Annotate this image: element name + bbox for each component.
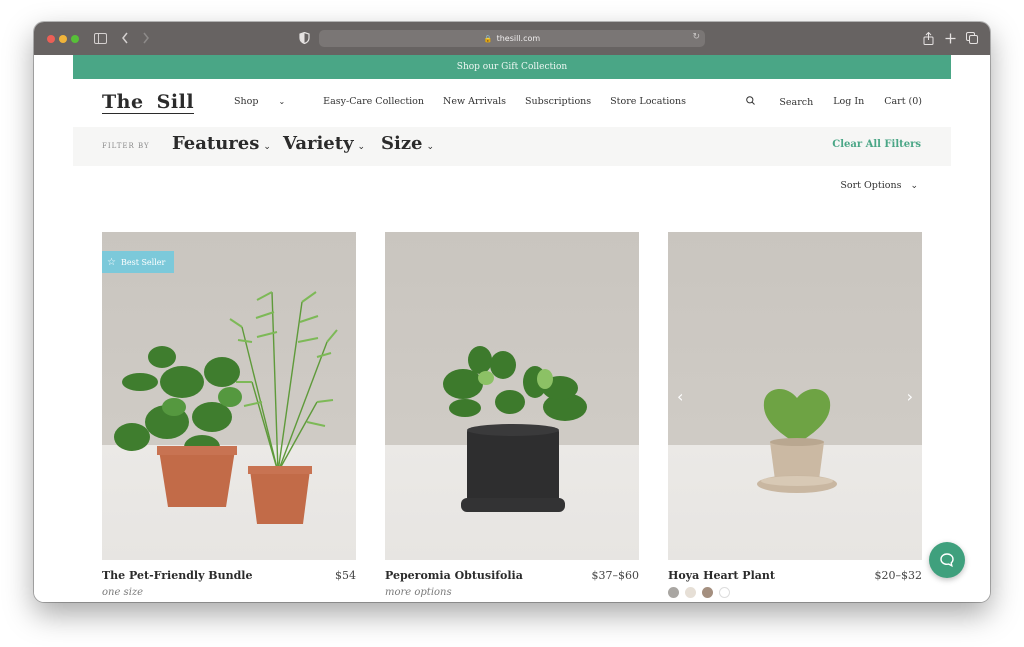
plant-illustration [114,291,338,524]
clear-all-filters-link[interactable]: Clear All Filters [832,139,921,150]
chevron-down-icon: ⌄ [910,181,918,191]
lock-icon: 🔒 [483,34,493,43]
url-text: thesill.com [496,34,541,43]
product-card[interactable]: Peperomia Obtusifolia $37–$60 more optio… [385,232,639,598]
color-swatch[interactable] [719,587,730,598]
filter-bar: FILTER BY Features ⌄ Variety ⌄ Size ⌄ Clear… [73,127,951,166]
best-seller-badge: ☆ Best Seller [102,251,174,273]
product-name[interactable]: The Pet-Friendly Bundle [102,569,252,582]
promo-banner[interactable]: Shop our Gift Collection [73,55,951,79]
nav-item-subscriptions[interactable]: Subscriptions [525,96,591,107]
tab-overview-icon[interactable] [964,30,980,46]
plant-illustration [443,346,587,512]
product-image[interactable]: ‹ › [668,232,922,560]
product-price: $20–$32 [874,569,923,582]
nav-item-easy-care-collection[interactable]: Easy-Care Collection [323,96,424,107]
chevron-down-icon: ⌄ [426,142,435,152]
shield-icon[interactable] [296,30,312,46]
main-nav: Shop ⌄ Easy-Care Collection New Arrivals … [234,96,705,107]
color-swatch[interactable] [685,587,696,598]
new-tab-icon[interactable] [942,30,958,46]
close-window-button[interactable] [47,35,55,43]
carousel-next-icon[interactable]: › [907,387,913,406]
nav-item-shop[interactable]: Shop ⌄ [234,96,304,107]
color-swatches [668,587,922,598]
sidebar-toggle-icon[interactable] [92,30,108,46]
share-icon[interactable] [920,30,936,46]
browser-window: 🔒 thesill.com ↻ Shop our Gift Collection… [34,22,990,602]
utility-nav: Search Log In Cart (0) [726,96,922,108]
site-logo[interactable]: The Sill [102,91,195,114]
filter-by-label: FILTER BY [102,142,150,150]
color-swatch[interactable] [668,587,679,598]
search-button[interactable]: Search [746,96,813,108]
back-arrow-icon[interactable] [117,30,133,46]
product-size-note: one size [102,587,144,598]
product-image[interactable] [385,232,639,560]
login-link[interactable]: Log In [833,96,864,108]
chevron-down-icon: ⌄ [278,97,286,106]
product-options-note: more options [385,587,452,598]
plant-illustration [757,388,837,493]
web-page: Shop our Gift Collection The Sill Shop ⌄ … [34,55,990,602]
chat-button[interactable] [929,542,965,578]
product-price: $54 [335,569,356,582]
search-icon [746,96,756,105]
cart-link[interactable]: Cart (0) [884,96,922,108]
forward-arrow-icon[interactable] [138,30,154,46]
product-card[interactable]: ☆ Best Seller The Pet-Friendly Bundle $5… [102,232,356,598]
product-name[interactable]: Hoya Heart Plant [668,569,775,582]
chevron-down-icon: ⌄ [263,142,271,152]
filter-size-dropdown[interactable]: Size ⌄ [381,133,434,154]
star-icon: ☆ [107,256,116,268]
chevron-down-icon: ⌄ [357,142,366,152]
color-swatch[interactable] [702,587,713,598]
browser-titlebar: 🔒 thesill.com ↻ [34,22,990,55]
product-image[interactable]: ☆ Best Seller [102,232,356,560]
reload-icon[interactable]: ↻ [692,32,700,42]
filter-variety-dropdown[interactable]: Variety ⌄ [283,133,365,154]
product-name[interactable]: Peperomia Obtusifolia [385,569,523,582]
address-bar[interactable]: 🔒 thesill.com ↻ [319,30,705,47]
product-price: $37–$60 [591,569,640,582]
nav-item-new-arrivals[interactable]: New Arrivals [443,96,506,107]
carousel-prev-icon[interactable]: ‹ [677,387,683,406]
promo-banner-text[interactable]: Shop our Gift Collection [457,62,567,72]
filter-features-dropdown[interactable]: Features ⌄ [172,133,271,154]
product-card[interactable]: ‹ › Hoya Heart Plant $20–$32 [668,232,922,598]
sort-options-dropdown[interactable]: Sort Options ⌄ [840,180,918,191]
zoom-window-button[interactable] [71,35,79,43]
minimize-window-button[interactable] [59,35,67,43]
chat-bubble-icon [940,553,954,568]
nav-item-store-locations[interactable]: Store Locations [610,96,686,107]
